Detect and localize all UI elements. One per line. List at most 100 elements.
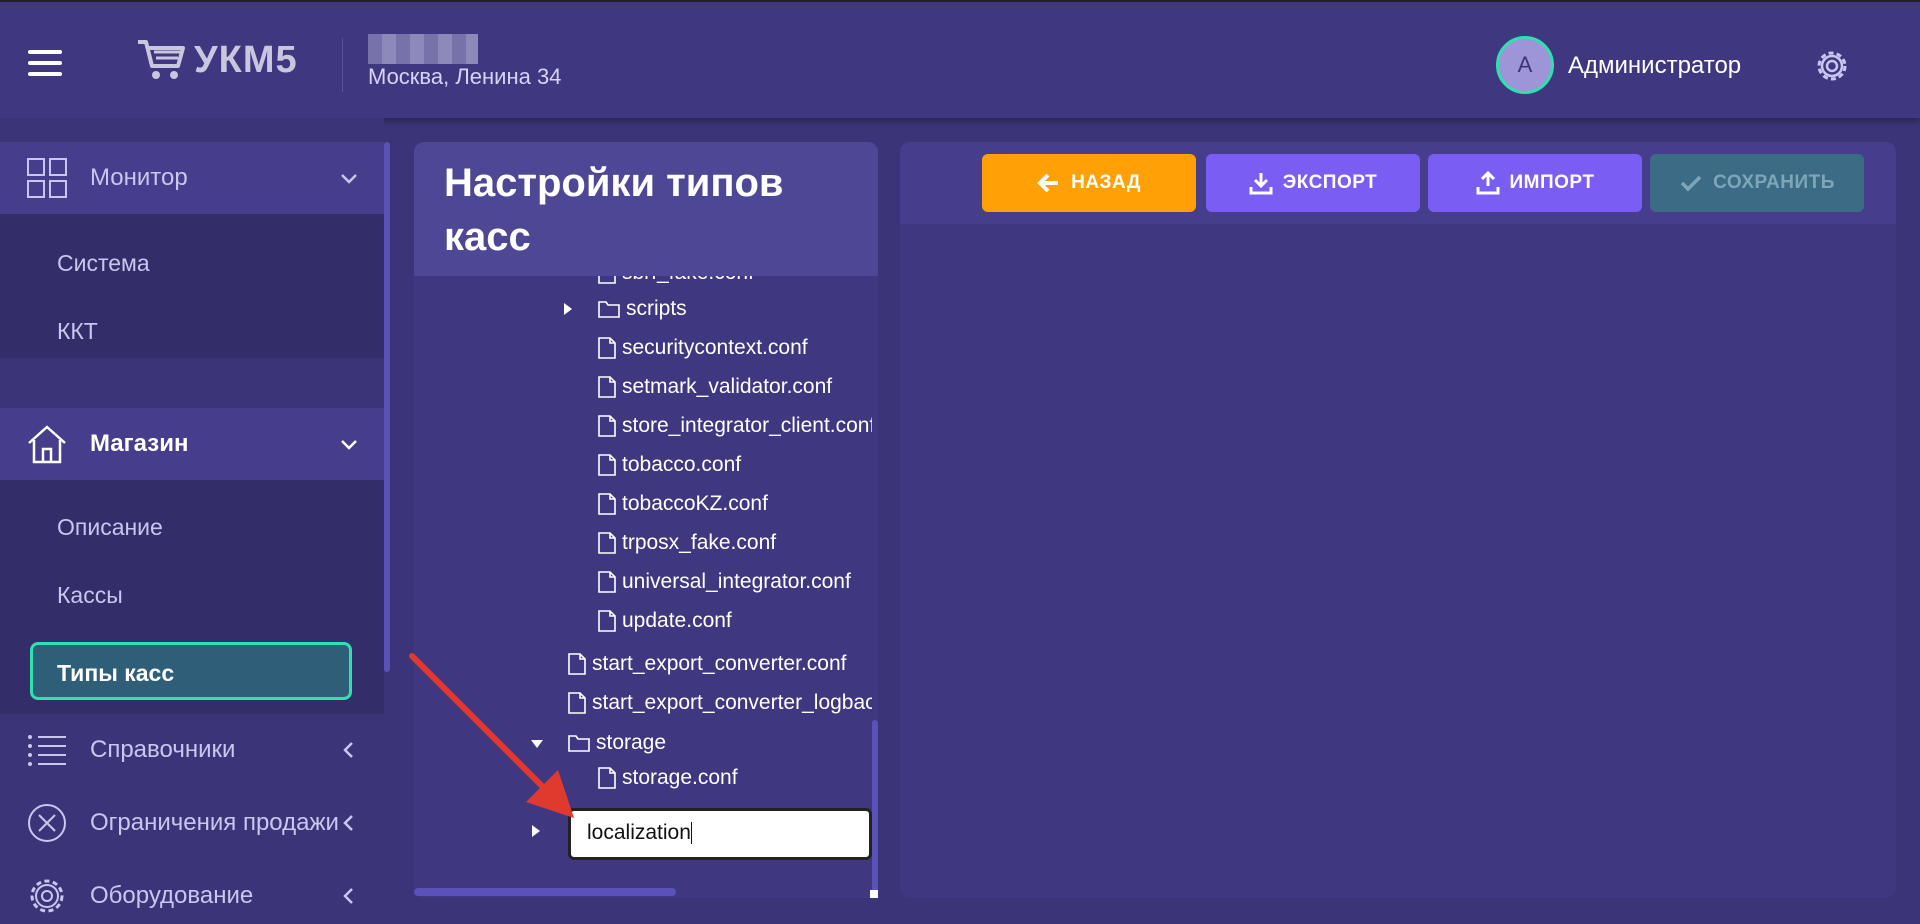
check-icon [1680, 175, 1702, 192]
app-header: УКМ5 Москва, Ленина 34 A Администратор [0, 0, 1920, 118]
file-icon [598, 337, 616, 359]
sidebar-item-system[interactable]: Система [57, 250, 150, 277]
rename-input-value: localization [587, 821, 691, 844]
file-icon [598, 571, 616, 593]
tree-file-label: storage.conf [622, 766, 738, 789]
tree-file[interactable]: start_export_converter_logback.xml [568, 686, 872, 720]
file-icon [598, 767, 616, 789]
file-icon [598, 454, 616, 476]
save-button-label: СОХРАНИТЬ [1713, 172, 1835, 193]
arrow-left-icon [1037, 173, 1059, 193]
tree-file-label: universal_integrator.conf [622, 570, 851, 593]
tree-file-label: tobacco.conf [622, 453, 742, 476]
tree-file-label: store_integrator_client.conf [622, 414, 872, 437]
tree-file[interactable]: universal_integrator.conf [598, 565, 851, 599]
export-button-label: ЭКСПОРТ [1282, 172, 1378, 193]
upload-icon [1476, 171, 1500, 195]
sidebar-item-kkt[interactable]: ККТ [57, 318, 98, 345]
tree-file[interactable]: securitycontext.conf [598, 331, 808, 365]
file-icon [598, 376, 616, 398]
tree-horizontal-scrollbar[interactable] [414, 888, 676, 896]
avatar[interactable]: A [1496, 36, 1554, 94]
tree-file[interactable]: setmark_validator.conf [598, 370, 832, 404]
chevron-down-icon [341, 440, 357, 450]
tree-file-label: setmark_validator.conf [622, 375, 833, 398]
sidebar-item-register-types[interactable]: Типы касс [30, 642, 352, 700]
cancel-circle-icon [28, 804, 66, 842]
file-icon [568, 692, 586, 714]
tree-vertical-scrollbar[interactable] [872, 720, 878, 894]
store-name-blurred [368, 34, 478, 64]
sidebar-group-label: Справочники [90, 736, 236, 763]
rename-input[interactable]: localization [568, 808, 872, 860]
tree-file-label: start_export_converter_logback.xml [592, 691, 872, 714]
file-icon [598, 493, 616, 515]
file-icon [598, 276, 616, 284]
tree-file[interactable]: sbrf_fake.conf [598, 276, 754, 290]
sidebar-group-label: Монитор [90, 164, 188, 191]
tree-file[interactable]: trposx_fake.conf [598, 526, 776, 560]
expand-arrow-icon[interactable] [562, 302, 574, 316]
sidebar-submenu-store: Описание Кассы Типы касс [0, 480, 384, 714]
tree-file-label: update.conf [622, 609, 732, 632]
tree-folder-label: storage [596, 731, 667, 754]
scroll-corner [870, 890, 878, 898]
sidebar-group-label: Оборудование [90, 882, 254, 909]
tree-file[interactable]: tobaccoKZ.conf [598, 487, 768, 521]
logo-text: УКМ5 [194, 38, 298, 81]
tree-folder[interactable]: scripts [598, 292, 687, 326]
sidebar-item-description[interactable]: Описание [57, 514, 163, 541]
tree-folder[interactable]: storage [568, 726, 666, 760]
header-divider [342, 38, 343, 92]
sidebar-submenu-monitor: Система ККТ [0, 214, 384, 358]
sidebar-group-equipment[interactable]: Оборудование [0, 860, 384, 924]
page-title: Настройки типов касс [414, 142, 878, 276]
expand-arrow-icon[interactable] [530, 824, 542, 838]
download-icon [1249, 173, 1273, 195]
file-icon [598, 415, 616, 437]
config-tree: sbrf_fake.conf scripts securitycontext.c… [414, 276, 872, 886]
sidebar: Монитор Система ККТ Магазин Описание Кас… [0, 118, 384, 924]
chevron-left-icon [343, 888, 353, 904]
grid-icon [27, 158, 67, 198]
folder-icon [568, 735, 590, 752]
tree-folder-label: scripts [626, 297, 687, 320]
tree-file-label: tobaccoKZ.conf [622, 492, 768, 515]
sidebar-group-label: Ограничения продажи [90, 809, 339, 836]
cart-icon [138, 40, 185, 79]
tree-file[interactable]: tobacco.conf [598, 448, 741, 482]
collapse-arrow-icon[interactable] [530, 738, 544, 750]
sidebar-group-label: Магазин [90, 430, 189, 457]
app-logo[interactable]: УКМ5 [136, 38, 298, 82]
menu-icon[interactable] [28, 50, 62, 76]
tree-file-label: securitycontext.conf [622, 336, 808, 359]
sidebar-group-store[interactable]: Магазин [0, 408, 384, 480]
sidebar-group-monitor[interactable]: Монитор [0, 142, 384, 214]
sidebar-item-cash-registers[interactable]: Кассы [57, 582, 123, 609]
tree-file[interactable]: storage.conf [598, 761, 738, 795]
folder-icon [598, 301, 620, 318]
tree-file[interactable]: start_export_converter.conf [568, 647, 846, 681]
file-icon [598, 610, 616, 632]
import-button[interactable]: ИМПОРТ [1428, 154, 1642, 212]
chevron-down-icon [341, 174, 357, 184]
sidebar-group-directories[interactable]: Справочники [0, 714, 384, 786]
import-button-label: ИМПОРТ [1509, 172, 1595, 193]
export-button[interactable]: ЭКСПОРТ [1206, 154, 1420, 212]
home-icon [28, 425, 66, 464]
user-name[interactable]: Администратор [1568, 52, 1741, 80]
sidebar-scrollbar[interactable] [384, 142, 390, 672]
chevron-left-icon [343, 742, 353, 758]
sidebar-group-sale-limits[interactable]: Ограничения продажи [0, 787, 384, 859]
cog-icon [30, 879, 64, 913]
save-button[interactable]: СОХРАНИТЬ [1650, 154, 1864, 212]
tree-file-label: sbrf_fake.conf [622, 276, 754, 285]
tree-file[interactable]: update.conf [598, 604, 732, 638]
tree-file[interactable]: store_integrator_client.conf [598, 409, 872, 443]
tree-file-label: start_export_converter.conf [592, 652, 847, 675]
gear-icon[interactable] [1812, 46, 1852, 86]
content-panel: НАЗАД ЭКСПОРТ ИМПОРТ СОХРАНИТЬ [900, 142, 1896, 898]
store-address: Москва, Ленина 34 [368, 64, 562, 89]
back-button[interactable]: НАЗАД [982, 154, 1196, 212]
chevron-left-icon [343, 815, 353, 831]
